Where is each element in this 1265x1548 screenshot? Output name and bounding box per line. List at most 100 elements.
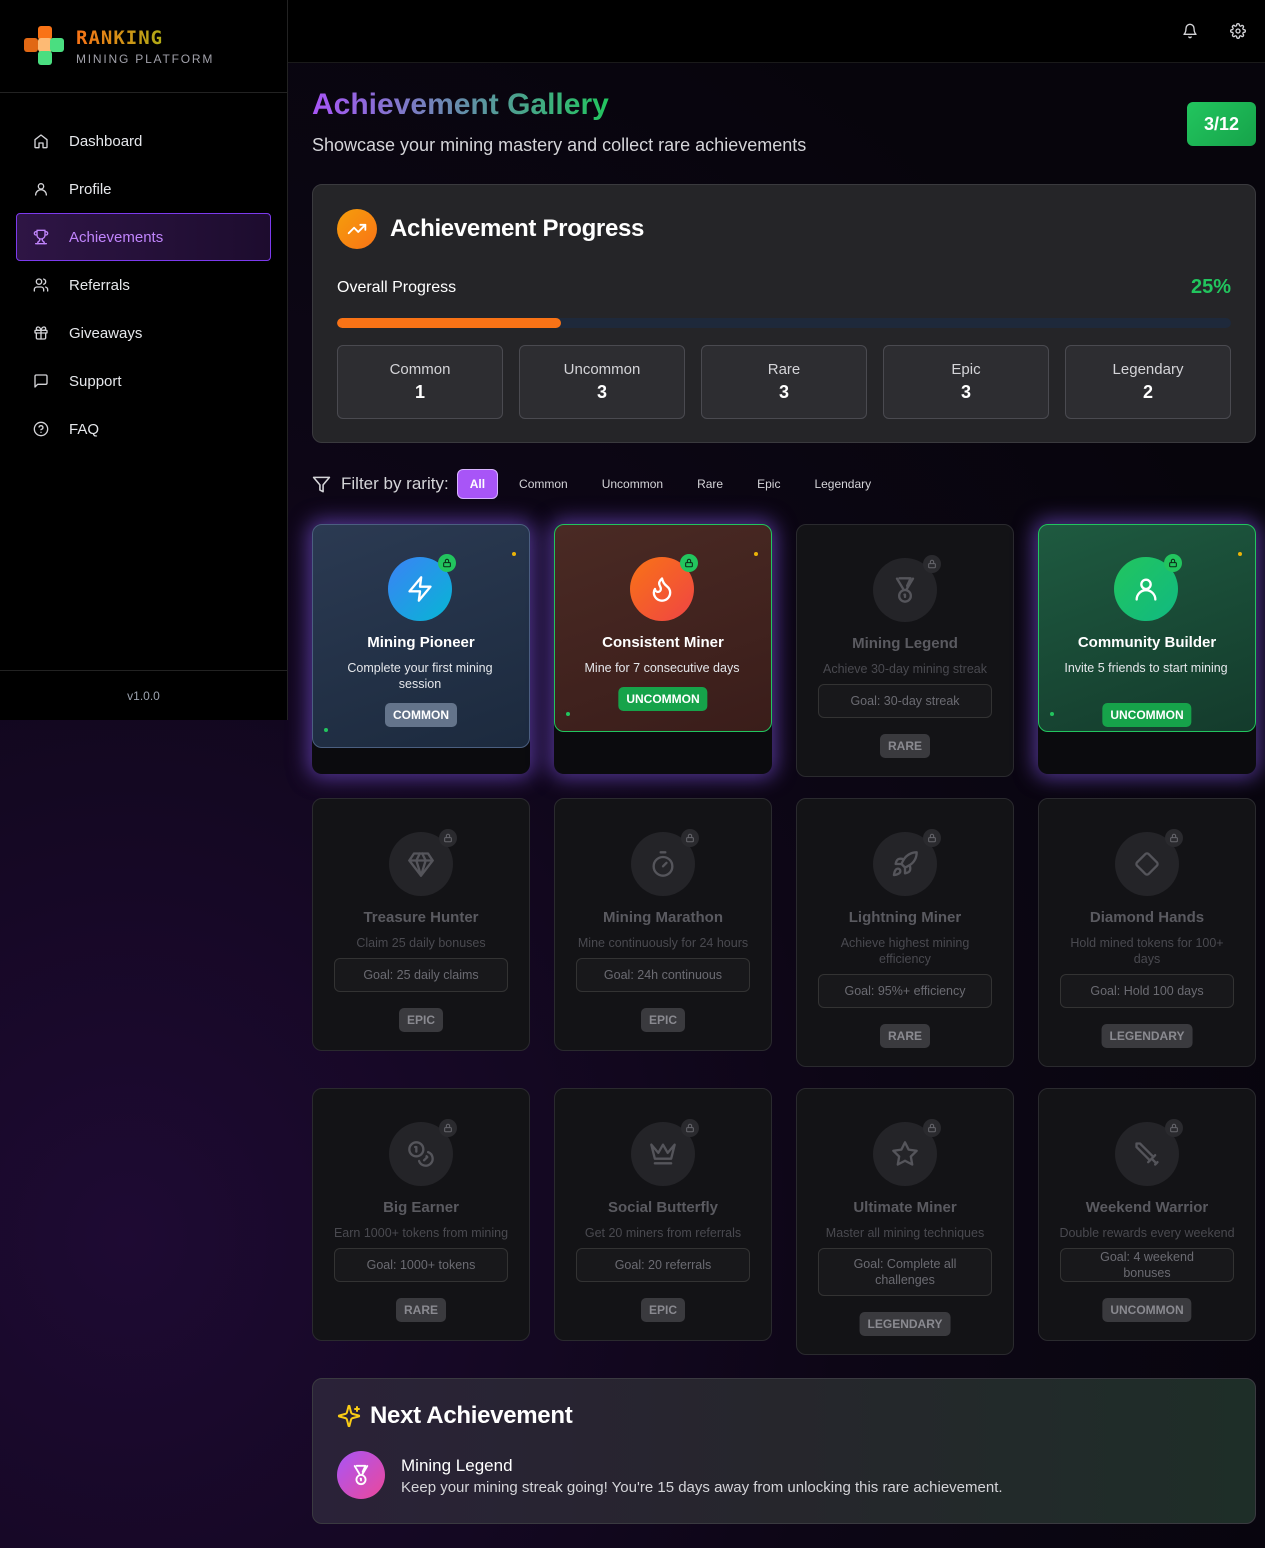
sparkle-dot xyxy=(1238,552,1242,556)
achievement-card[interactable]: Ultimate Miner Master all mining techniqu… xyxy=(796,1088,1014,1355)
stat-common: Common 1 xyxy=(337,345,503,419)
stat-uncommon: Uncommon 3 xyxy=(519,345,685,419)
sidebar-item-giveaways[interactable]: Giveaways xyxy=(16,309,271,357)
rarity-badge: COMMON xyxy=(385,703,457,727)
achievement-goal: Goal: Complete all challenges xyxy=(818,1248,992,1296)
sidebar-item-profile[interactable]: Profile xyxy=(16,165,271,213)
achievement-card[interactable]: Mining Marathon Mine continuously for 24 … xyxy=(554,798,772,1051)
medal-icon xyxy=(337,1451,385,1499)
sidebar-item-label: Dashboard xyxy=(69,132,143,150)
next-achievement-desc: Keep your mining streak going! You're 15… xyxy=(401,1479,1003,1496)
achievement-card[interactable]: Big Earner Earn 1000+ tokens from mining G… xyxy=(312,1088,530,1341)
achievement-card[interactable]: Diamond Hands Hold mined tokens for 100+ … xyxy=(1038,798,1256,1067)
version-label: v1.0.0 xyxy=(0,670,287,720)
achievement-desc: Achieve 30-day mining streak xyxy=(823,662,987,676)
lock-icon xyxy=(1165,1119,1183,1137)
achievement-goal: Goal: 24h continuous xyxy=(576,958,750,992)
achievement-card[interactable]: Lightning Miner Achieve highest mining ef… xyxy=(796,798,1014,1067)
achievement-desc: Complete your first mining session xyxy=(347,661,493,691)
user-icon xyxy=(33,181,69,197)
sidebar-item-achievements[interactable]: Achievements xyxy=(16,213,271,261)
achievement-goal: Goal: 4 weekend bonuses xyxy=(1060,1248,1234,1282)
sidebar-item-faq[interactable]: FAQ xyxy=(16,405,271,453)
achievement-name: Mining Legend xyxy=(852,635,958,652)
rarity-badge: EPIC xyxy=(640,1298,686,1322)
sparkle-dot xyxy=(754,552,758,556)
brand[interactable]: RANKING MINING PLATFORM xyxy=(0,0,287,93)
sidebar-item-referrals[interactable]: Referrals xyxy=(16,261,271,309)
sidebar-item-label: Support xyxy=(69,372,122,390)
filter-all-button[interactable]: All xyxy=(456,469,499,499)
filter-legendary-button[interactable]: Legendary xyxy=(797,469,888,499)
progress-bar-fill xyxy=(337,318,561,328)
trophy-icon xyxy=(33,229,69,245)
lock-icon xyxy=(1165,829,1183,847)
filter-uncommon-button[interactable]: Uncommon xyxy=(585,469,680,499)
unlock-icon xyxy=(1164,554,1182,572)
filter-rare-button[interactable]: Rare xyxy=(680,469,740,499)
stat-value: 2 xyxy=(1142,382,1153,402)
stat-value: 1 xyxy=(414,382,425,402)
sparkle-dot xyxy=(512,552,516,556)
stat-label: Uncommon xyxy=(563,361,641,378)
sparkles-icon xyxy=(337,1404,361,1428)
sidebar-item-label: Profile xyxy=(69,180,112,198)
sidebar-item-support[interactable]: Support xyxy=(16,357,271,405)
gear-icon[interactable] xyxy=(1230,23,1246,39)
rarity-badge: LEGENDARY xyxy=(859,1312,951,1336)
achievement-card[interactable]: Treasure Hunter Claim 25 daily bonuses Goa… xyxy=(312,798,530,1051)
achievement-desc: Double rewards every weekend xyxy=(1059,1226,1235,1240)
achievement-card[interactable]: Consistent Miner Mine for 7 consecutive d… xyxy=(554,524,772,774)
rarity-filter: Filter by rarity: All Common Uncommon Rare E… xyxy=(312,469,888,499)
filter-common-button[interactable]: Common xyxy=(502,469,585,499)
rarity-badge: EPIC xyxy=(398,1008,444,1032)
filter-icon xyxy=(312,476,331,492)
achievement-card[interactable]: Weekend Warrior Double rewards every week… xyxy=(1038,1088,1256,1341)
achievement-name: Mining Pioneer xyxy=(367,634,475,651)
bell-icon[interactable] xyxy=(1182,23,1198,39)
rarity-badge: EPIC xyxy=(640,1008,686,1032)
achievement-desc: Master all mining techniques xyxy=(825,1226,985,1240)
gift-icon xyxy=(33,325,69,341)
rarity-badge: UNCOMMON xyxy=(1102,703,1192,727)
stat-value: 3 xyxy=(596,382,607,402)
achievement-desc: Get 20 miners from referrals xyxy=(584,1226,742,1240)
lock-icon xyxy=(681,829,699,847)
achievement-goal: Goal: 30-day streak xyxy=(818,684,992,718)
filter-label: Filter by rarity: xyxy=(341,474,449,493)
achievement-card[interactable]: Community Builder Invite 5 friends to sta… xyxy=(1038,524,1256,774)
rarity-badge: RARE xyxy=(879,1024,931,1048)
achievement-card[interactable]: Mining Pioneer Complete your first mining… xyxy=(312,524,530,774)
achievement-name: Ultimate Miner xyxy=(853,1199,957,1216)
stat-label: Common xyxy=(389,361,451,378)
achievement-desc: Achieve highest mining efficiency xyxy=(840,936,970,966)
achievement-name: Weekend Warrior xyxy=(1085,1199,1209,1216)
next-achievement-title: Next Achievement xyxy=(370,1402,573,1429)
stat-label: Legendary xyxy=(1112,361,1184,378)
stat-label: Rare xyxy=(767,361,801,378)
sparkle-dot xyxy=(1050,712,1054,716)
users-icon xyxy=(33,277,69,293)
sidebar-item-dashboard[interactable]: Dashboard xyxy=(16,117,271,165)
achievement-goal: Goal: 20 referrals xyxy=(576,1248,750,1282)
message-icon xyxy=(33,373,69,389)
home-icon xyxy=(33,133,69,149)
achievement-desc: Mine for 7 consecutive days xyxy=(584,661,740,675)
filter-epic-button[interactable]: Epic xyxy=(740,469,797,499)
help-icon xyxy=(33,421,69,437)
unlock-icon xyxy=(680,554,698,572)
stat-label: Epic xyxy=(951,361,981,378)
page-subtitle: Showcase your mining mastery and collect… xyxy=(312,135,807,155)
lock-icon xyxy=(923,555,941,573)
achievement-name: Community Builder xyxy=(1077,634,1217,651)
achievement-name: Mining Marathon xyxy=(603,909,723,926)
achievement-name: Social Butterfly xyxy=(607,1199,719,1216)
rarity-badge: RARE xyxy=(395,1298,447,1322)
achievement-goal: Goal: 1000+ tokens xyxy=(334,1248,508,1282)
stat-value: 3 xyxy=(778,382,789,402)
achievement-card[interactable]: Social Butterfly Get 20 miners from refer… xyxy=(554,1088,772,1341)
achievement-card[interactable]: Mining Legend Achieve 30-day mining strea… xyxy=(796,524,1014,777)
stat-value: 3 xyxy=(960,382,971,402)
next-achievement-name: Mining Legend xyxy=(401,1456,513,1475)
achievement-goal: Goal: Hold 100 days xyxy=(1060,974,1234,1008)
